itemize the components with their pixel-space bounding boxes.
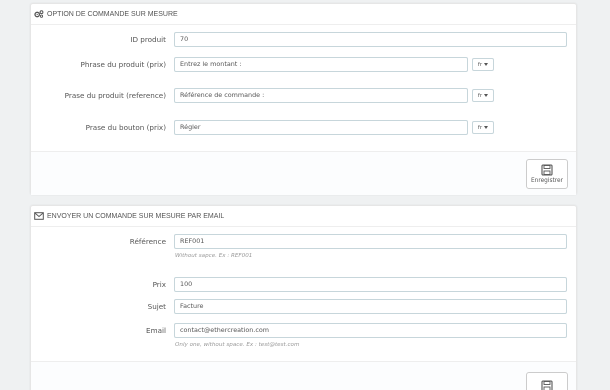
phrase-prix-label: Phrase du produit (prix) (80, 60, 166, 69)
send-button[interactable] (526, 372, 568, 390)
phrase-bouton-row: Prase du bouton (prix) Régler fr (31, 120, 576, 135)
sujet-row: Sujet Facture (31, 299, 576, 314)
phrase-prix-lang-select[interactable]: fr (472, 58, 494, 71)
sujet-label: Sujet (147, 302, 166, 311)
reference-help-text: Without sapce. Ex : REF001 (175, 253, 253, 259)
phrase-ref-row: Prase du produit (reference) Référence d… (31, 88, 576, 103)
phrase-ref-input[interactable]: Référence de commande : (174, 88, 468, 103)
save-button-label: Enregistrer (531, 178, 563, 184)
panel-footer: Enregistrer (31, 151, 576, 195)
reference-input[interactable]: REF001 (174, 234, 567, 249)
id-produit-row: ID produit 70 (31, 32, 576, 47)
prix-row: Prix 100 (31, 277, 576, 292)
sujet-input[interactable]: Facture (174, 299, 567, 314)
email-label: Email (146, 326, 166, 335)
panel-title: OPTION DE COMMANDE SUR MESURE (47, 10, 178, 18)
panel-title: ENVOYER UN COMMANDE SUR MESURE PAR EMAIL (47, 212, 225, 220)
cogs-icon (34, 9, 44, 19)
reference-label: Référence (129, 237, 166, 246)
lang-label: fr (477, 92, 483, 99)
email-row: Email contact@ethercreation.com (31, 323, 576, 338)
save-icon (541, 164, 553, 176)
prix-input[interactable]: 100 (174, 277, 567, 292)
prix-label: Prix (152, 280, 166, 289)
id-produit-input[interactable]: 70 (174, 32, 567, 47)
save-button[interactable]: Enregistrer (526, 159, 568, 189)
phrase-prix-input[interactable]: Entrez le montant : (174, 57, 468, 72)
reference-row: Référence REF001 (31, 234, 576, 249)
phrase-prix-row: Phrase du produit (prix) Entrez le monta… (31, 57, 576, 72)
caret-down-icon (484, 63, 489, 66)
save-icon (541, 380, 553, 390)
panel-footer (31, 361, 576, 390)
panel-heading: ENVOYER UN COMMANDE SUR MESURE PAR EMAIL (31, 206, 576, 227)
envelope-icon (34, 211, 44, 221)
lang-label: fr (477, 61, 483, 68)
email-input[interactable]: contact@ethercreation.com (174, 323, 567, 338)
lang-label: fr (477, 124, 483, 131)
phrase-ref-label: Prase du produit (reference) (64, 91, 166, 100)
email-custom-order-panel: ENVOYER UN COMMANDE SUR MESURE PAR EMAIL… (30, 205, 577, 390)
phrase-bouton-label: Prase du bouton (prix) (85, 123, 166, 132)
email-help-text: Only one, without space. Ex : test@test.… (175, 342, 300, 348)
custom-order-options-panel: OPTION DE COMMANDE SUR MESURE ID produit… (30, 3, 577, 195)
phrase-bouton-input[interactable]: Régler (174, 120, 468, 135)
caret-down-icon (484, 94, 489, 97)
id-produit-label: ID produit (130, 35, 166, 44)
phrase-ref-lang-select[interactable]: fr (472, 89, 494, 102)
caret-down-icon (484, 126, 489, 129)
phrase-bouton-lang-select[interactable]: fr (472, 121, 494, 134)
panel-heading: OPTION DE COMMANDE SUR MESURE (31, 4, 576, 25)
